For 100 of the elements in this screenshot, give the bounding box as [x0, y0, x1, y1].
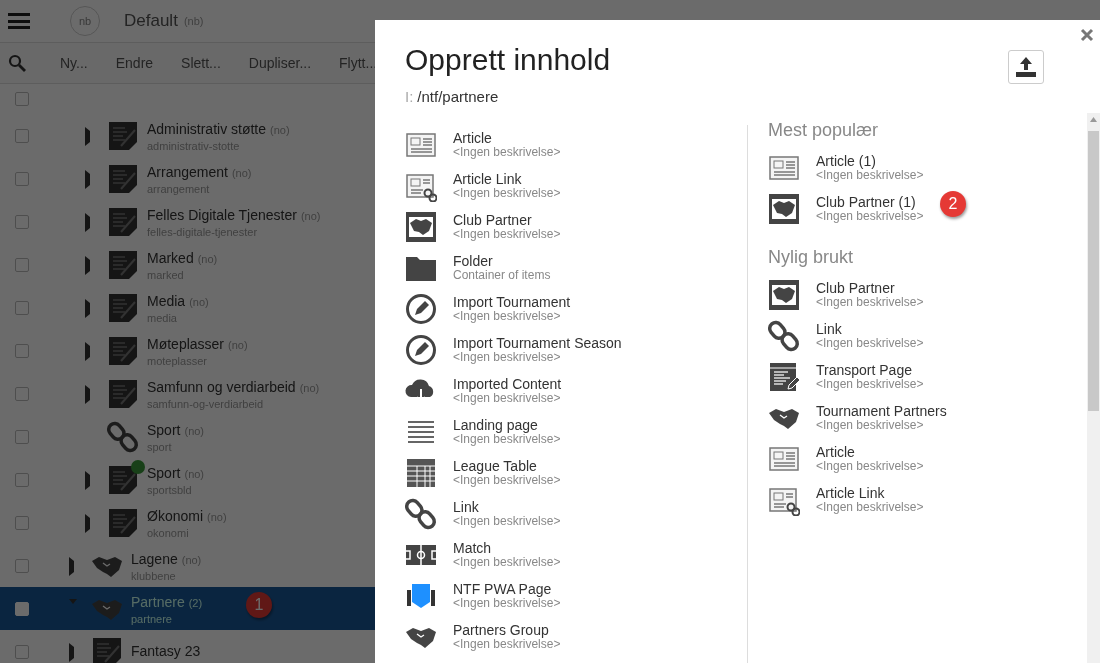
expand-arrow-icon[interactable] [85, 256, 90, 275]
item-language: (2) [188, 596, 203, 609]
content-type-description: <Ingen beskrivelse> [816, 419, 925, 433]
expand-arrow-icon[interactable] [85, 127, 90, 146]
content-type-description: <Ingen beskrivelse> [453, 556, 561, 570]
checkbox[interactable] [15, 257, 29, 272]
item-path: partnere [131, 612, 173, 626]
scrollbar[interactable] [1087, 112, 1100, 663]
content-type-name[interactable]: Import Tournament Season [453, 335, 622, 352]
expand-arrow-icon[interactable] [69, 643, 74, 662]
site-title: Default [124, 10, 178, 33]
content-type-name[interactable]: Link [453, 499, 561, 516]
document-icon [107, 162, 139, 195]
close-icon [1080, 28, 1094, 42]
expand-arrow-icon[interactable] [85, 299, 90, 318]
content-type-description: <Ingen beskrivelse> [453, 228, 561, 242]
content-type-description: <Ingen beskrivelse> [816, 460, 924, 474]
expand-arrow-icon[interactable] [85, 471, 90, 490]
content-type-name[interactable]: Partners Group [453, 622, 561, 639]
pencil-icon [405, 293, 437, 325]
menu-icon[interactable] [8, 13, 30, 29]
document-icon [107, 248, 139, 281]
content-type-description: <Ingen beskrivelse> [816, 501, 924, 515]
checkbox[interactable] [15, 171, 29, 186]
upload-button[interactable] [1008, 50, 1044, 84]
document-icon [107, 291, 139, 324]
content-type-name[interactable]: Folder [453, 253, 551, 270]
item-title: Administrativ støtte [147, 120, 267, 137]
document-icon [107, 377, 139, 410]
content-type-name[interactable]: NTF PWA Page [453, 581, 561, 598]
expand-arrow-icon[interactable] [85, 514, 90, 533]
content-type-name[interactable]: Club Partner [816, 280, 924, 297]
table-icon [405, 457, 437, 489]
close-button[interactable] [1080, 28, 1094, 42]
content-type-name[interactable]: League Table [453, 458, 561, 475]
content-type-description: Container of items [453, 269, 551, 283]
item-title: Arrangement [147, 163, 228, 180]
link-icon [768, 320, 800, 352]
expand-arrow-icon[interactable] [85, 170, 90, 189]
content-type-description: <Ingen beskrivelse> [453, 351, 562, 365]
content-type-name[interactable]: Link [816, 321, 924, 338]
document-icon [91, 635, 123, 663]
document-icon [107, 119, 139, 152]
content-type-name[interactable]: Club Partner (1) [816, 194, 924, 211]
link-icon [405, 498, 437, 530]
checkbox[interactable] [15, 128, 29, 143]
content-type-description: <Ingen beskrivelse> [453, 310, 562, 324]
content-type-name[interactable]: Landing page [453, 417, 561, 434]
checkbox[interactable] [15, 644, 29, 659]
expand-arrow-icon[interactable] [69, 557, 74, 576]
item-title: Sport [147, 421, 181, 438]
checkbox[interactable] [15, 214, 29, 229]
checkbox[interactable] [15, 429, 29, 444]
content-type-description: <Ingen beskrivelse> [816, 378, 924, 392]
document-icon [107, 334, 139, 367]
content-type-name[interactable]: Article Link [453, 171, 561, 188]
content-type-name[interactable]: Club Partner [453, 212, 561, 229]
item-title: Marked [147, 249, 194, 266]
checkbox[interactable] [15, 386, 29, 401]
item-title: Sport [147, 464, 181, 481]
content-type-name[interactable]: Article Link [816, 485, 924, 502]
content-type-description: <Ingen beskrivelse> [453, 433, 561, 447]
item-title: Fantasy 23 [131, 643, 201, 659]
section-heading: Nylig brukt [768, 245, 855, 269]
item-title: Felles Digitale Tjenester [147, 206, 297, 223]
document-icon [107, 506, 139, 539]
location-path: /ntf/partnere [417, 88, 499, 105]
content-type-name[interactable]: Import Tournament [453, 294, 571, 311]
content-type-name[interactable]: Match [453, 540, 561, 557]
checkbox[interactable] [15, 343, 29, 358]
content-type-description: <Ingen beskrivelse> [453, 146, 561, 160]
content-type-name[interactable]: Article [453, 130, 561, 147]
item-title: Lagene [131, 550, 178, 567]
content-type-description: <Ingen beskrivelse> [453, 597, 561, 611]
content-type-name[interactable]: Tournament Partners [816, 403, 947, 420]
checkbox[interactable] [15, 558, 29, 573]
content-type-description: <Ingen beskrivelse> [816, 210, 924, 224]
checkbox[interactable] [15, 300, 29, 315]
content-type-name[interactable]: Article (1) [816, 153, 924, 170]
search-icon[interactable] [8, 54, 26, 72]
content-type-description: <Ingen beskrivelse> [453, 187, 561, 201]
expand-arrow-icon[interactable] [85, 342, 90, 361]
item-title: Partnere [131, 593, 185, 610]
content-type-description: <Ingen beskrivelse> [453, 638, 561, 652]
content-type-name[interactable]: Imported Content [453, 376, 562, 393]
expand-arrow-icon[interactable] [85, 385, 90, 404]
link-icon [107, 420, 139, 453]
scroll-up-icon[interactable] [1090, 116, 1097, 122]
expand-arrow-icon[interactable] [85, 213, 90, 232]
item-title: Media [147, 292, 186, 309]
content-type-description: <Ingen beskrivelse> [453, 474, 561, 488]
checkbox[interactable] [15, 92, 29, 106]
dialog-title: Opprett innhold [405, 42, 611, 78]
content-type-name[interactable]: Transport Page [816, 362, 924, 379]
content-type-description: <Ingen beskrivelse> [453, 392, 562, 406]
content-type-description: <Ingen beskrivelse> [453, 515, 561, 529]
checkbox[interactable] [15, 515, 29, 530]
checkbox[interactable] [15, 472, 29, 487]
step-marker: 1 [246, 592, 272, 618]
content-type-name[interactable]: Article [816, 444, 924, 461]
